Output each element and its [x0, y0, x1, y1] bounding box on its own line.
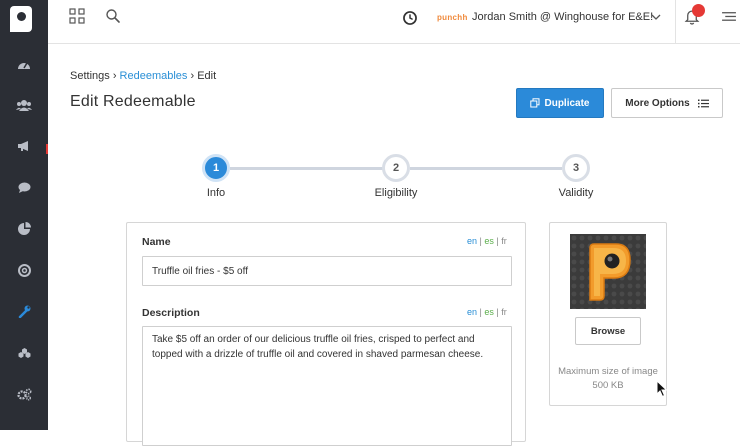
integrations-icon[interactable]	[0, 341, 48, 365]
settings-icon[interactable]	[0, 382, 48, 406]
breadcrumb-current: Edit	[197, 70, 217, 82]
brand-logo: punchh	[437, 13, 468, 22]
page-title: Edit Redeemable	[70, 93, 196, 110]
duplicate-button[interactable]: Duplicate	[516, 88, 604, 118]
dashboard-icon[interactable]	[0, 52, 48, 76]
lang-separator: |	[479, 236, 482, 246]
lang-fr-link[interactable]: fr	[501, 307, 507, 317]
active-indicator	[46, 144, 48, 154]
lang-en-link[interactable]: en	[467, 307, 477, 317]
topbar: punchh Jordan Smith @ Winghouse for E&E!	[48, 0, 740, 44]
tools-icon[interactable]	[0, 299, 48, 323]
step-info-circle[interactable]: 1	[202, 154, 230, 182]
mouse-cursor-icon	[656, 380, 668, 398]
description-textarea[interactable]: Take $5 off an order of our delicious tr…	[142, 326, 512, 446]
sidebar	[0, 0, 48, 430]
lang-separator: |	[479, 307, 482, 317]
campaigns-icon[interactable]	[0, 134, 48, 158]
menu-icon[interactable]	[721, 9, 737, 25]
user-account-menu[interactable]: Jordan Smith @ Winghouse for E&E!	[472, 11, 653, 23]
lang-es-link[interactable]: es	[484, 236, 494, 246]
guests-icon[interactable]	[0, 93, 48, 117]
name-field-label: Name	[142, 236, 171, 248]
more-options-button[interactable]: More Options	[611, 88, 723, 118]
name-input[interactable]: Truffle oil fries - $5 off	[142, 256, 512, 286]
breadcrumb-settings[interactable]: Settings	[70, 70, 110, 82]
description-field-label: Description	[142, 307, 200, 319]
lang-separator: |	[496, 236, 499, 246]
list-icon	[697, 99, 709, 107]
breadcrumb-separator: ›	[190, 70, 195, 82]
redeemable-image	[570, 234, 646, 309]
app-logo[interactable]	[10, 6, 32, 32]
search-icon[interactable]	[105, 8, 121, 24]
step-eligibility-circle[interactable]: 2	[382, 154, 410, 182]
breadcrumb-redeemables[interactable]: Redeemables	[120, 70, 188, 82]
chevron-down-icon[interactable]	[651, 13, 661, 21]
lang-separator: |	[496, 307, 499, 317]
reports-icon[interactable]	[0, 216, 48, 240]
stepper-connector	[410, 167, 562, 170]
image-size-help: Maximum size of image 500 KB	[558, 366, 658, 391]
messages-icon[interactable]	[0, 176, 48, 200]
stepper-connector	[230, 167, 384, 170]
image-upload-card: Browse Maximum size of image 500 KB	[549, 222, 667, 406]
name-language-switcher: en | es | fr	[467, 236, 507, 246]
more-options-label: More Options	[625, 97, 690, 109]
lang-fr-link[interactable]: fr	[501, 236, 507, 246]
info-form-card: Name en | es | fr Truffle oil fries - $5…	[126, 222, 526, 446]
lang-es-link[interactable]: es	[484, 307, 494, 317]
step-info-label[interactable]: Info	[176, 187, 256, 199]
notification-badge	[692, 4, 705, 17]
description-language-switcher: en | es | fr	[467, 307, 507, 317]
clock-icon[interactable]	[402, 10, 418, 26]
copy-icon	[530, 98, 540, 108]
duplicate-button-label: Duplicate	[544, 97, 590, 109]
breadcrumb-separator: ›	[112, 70, 117, 82]
step-validity-label[interactable]: Validity	[536, 187, 616, 199]
topbar-divider	[675, 0, 676, 44]
breadcrumb: Settings › Redeemables › Edit	[70, 70, 216, 82]
browse-button[interactable]: Browse	[575, 317, 641, 345]
support-icon[interactable]	[0, 258, 48, 282]
step-validity-circle[interactable]: 3	[562, 154, 590, 182]
lang-en-link[interactable]: en	[467, 236, 477, 246]
apps-grid-icon[interactable]	[69, 8, 85, 24]
step-eligibility-label[interactable]: Eligibility	[356, 187, 436, 199]
